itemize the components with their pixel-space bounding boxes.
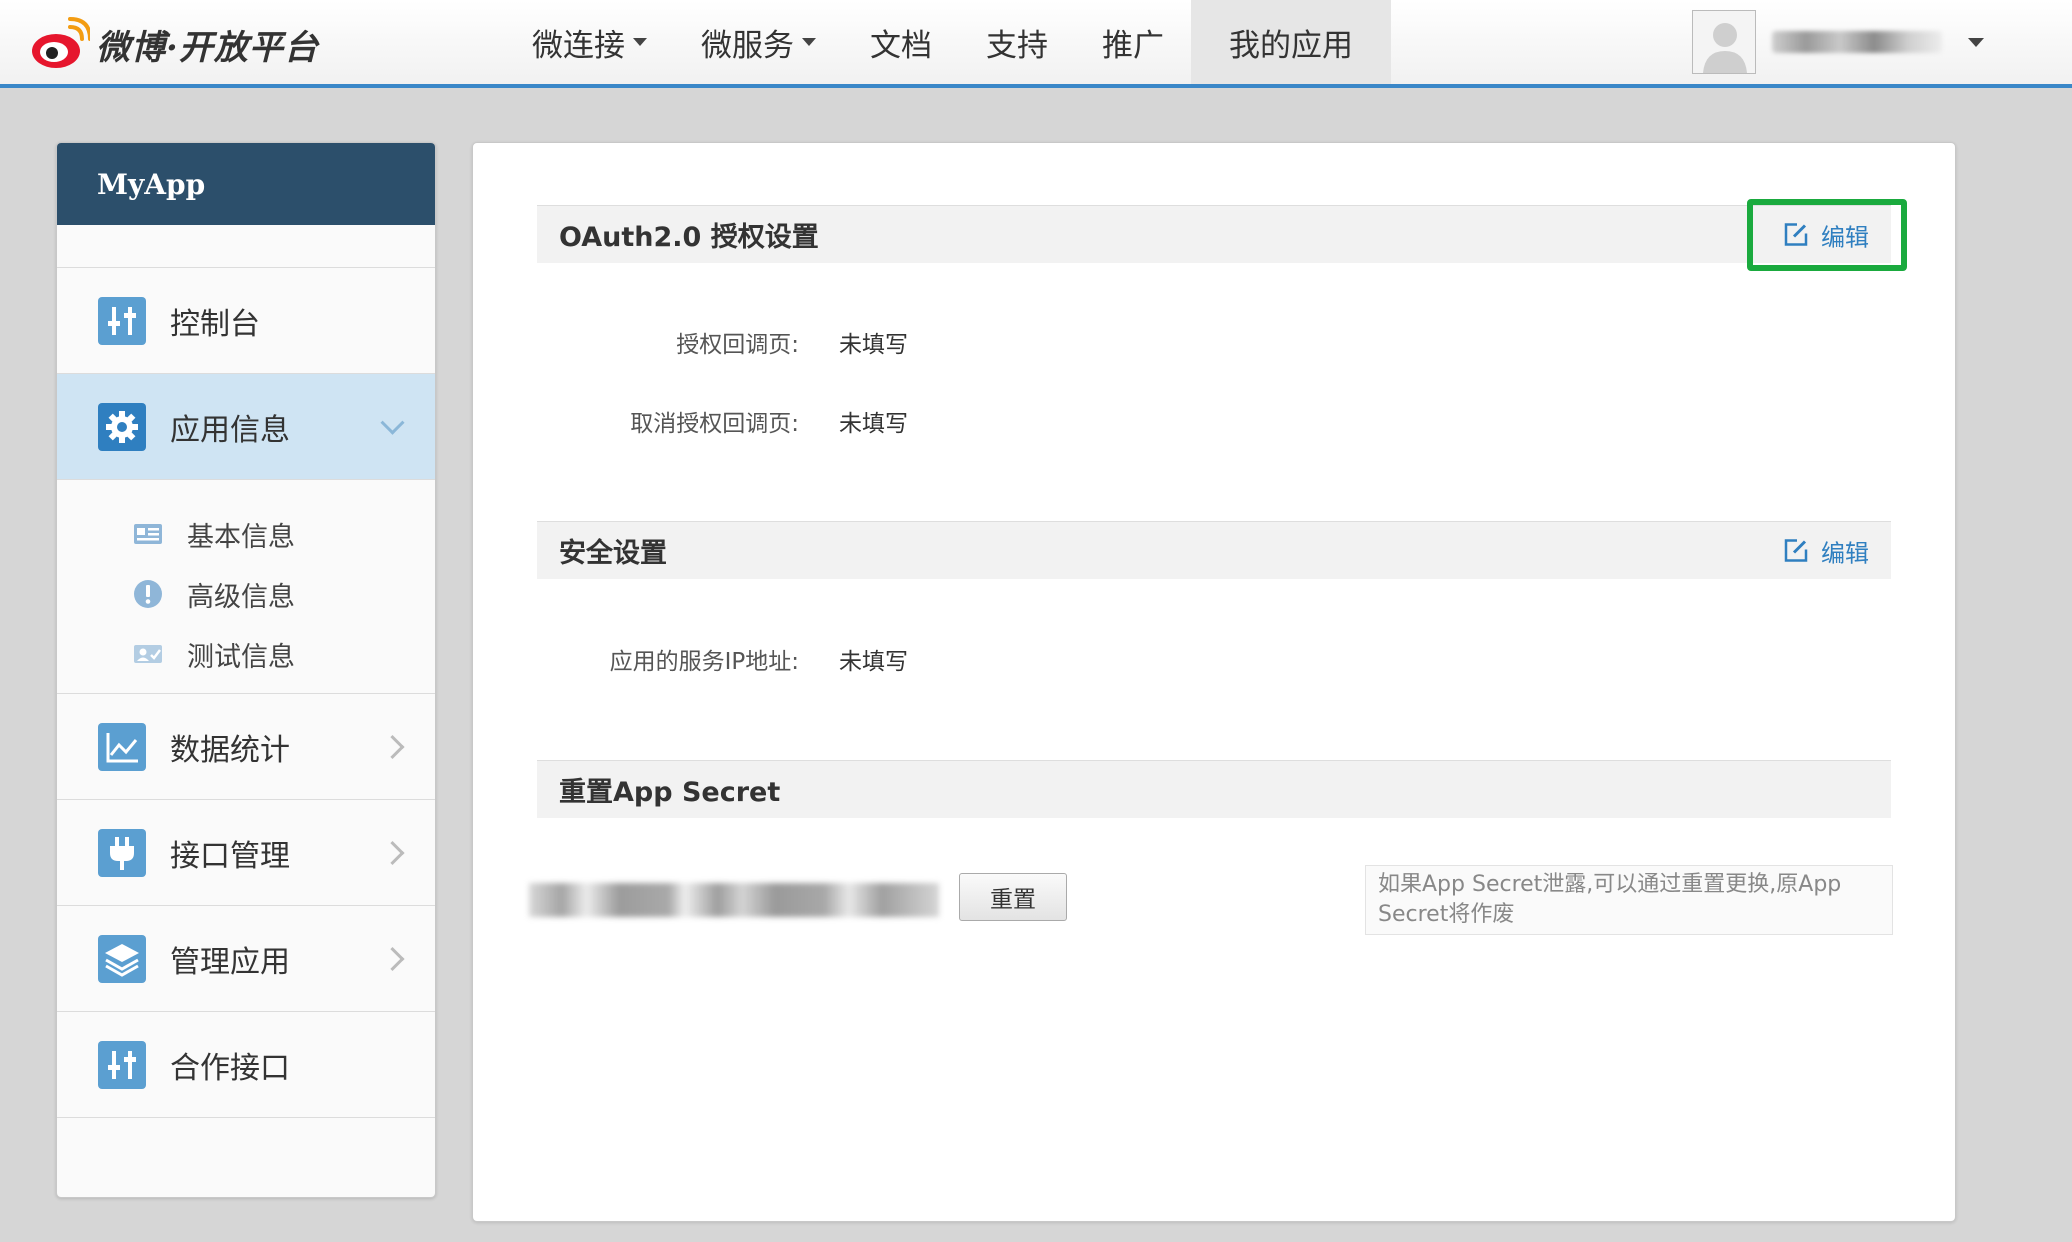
sidebar-item-statistics[interactable]: 数据统计 [57,694,435,800]
reset-secret-section-header: 重置App Secret [537,760,1891,818]
layers-icon [98,934,146,983]
caret-down-icon [802,38,816,46]
user-menu[interactable] [1692,6,1984,78]
field-label: 应用的服务IP地址: [609,649,799,675]
field-value: 未填写 [839,332,908,358]
field-label: 授权回调页: [676,332,799,358]
security-section-header: 安全设置 编辑 [537,521,1891,579]
sidebar-subitem-label: 高级信息 [187,581,295,613]
chevron-right-icon [380,946,405,971]
sidebar-subitem-basic-info[interactable]: 基本信息 [57,504,435,564]
sidebar-subgroup-app-info: 基本信息 高级信息 测试信息 [57,480,435,694]
plug-icon [98,828,146,877]
oauth-callback-row: 授权回调页: 未填写 [537,322,1337,362]
highlight-box [1747,199,1907,271]
gear-icon [98,402,146,451]
nav-support[interactable]: 支持 [959,0,1075,84]
oauth-cancel-callback-row: 取消授权回调页: 未填写 [537,401,1337,441]
chevron-right-icon [380,734,405,759]
sidebar-item-label: 合作接口 [170,1050,290,1086]
sidebar-item-api-management[interactable]: 接口管理 [57,800,435,906]
field-value: 未填写 [839,411,908,437]
main-nav: 微连接 微服务 文档 支持 推广 我的应用 [505,0,1391,84]
sidebar-app-title: MyApp [57,143,435,225]
sidebar-subitem-label: 基本信息 [187,521,295,553]
nav-micro-service[interactable]: 微服务 [674,0,843,84]
nav-micro-connect[interactable]: 微连接 [505,0,674,84]
sidebar-item-label: 管理应用 [170,944,290,980]
caret-down-icon [633,38,647,46]
sidebar-item-partner-api[interactable]: 合作接口 [57,1012,435,1118]
nav-docs[interactable]: 文档 [843,0,959,84]
line-chart-icon [98,722,146,771]
logo-text: 微博·开放平台 [96,27,319,68]
username-blurred [1772,31,1942,53]
sliders-icon [98,1040,146,1089]
sidebar-spacer [57,225,435,268]
nav-label: 微服务 [701,27,794,64]
oauth-section-header: OAuth2.0 授权设置 编辑 [537,205,1891,263]
server-ip-row: 应用的服务IP地址: 未填写 [537,639,1337,679]
nav-label: 我的应用 [1229,27,1353,64]
field-value: 未填写 [839,649,908,675]
weibo-logo[interactable]: 微博·开放平台 [30,6,319,82]
security-edit-button[interactable]: 编辑 [1783,533,1869,568]
sidebar-item-label: 应用信息 [170,412,290,448]
nav-label: 微连接 [532,27,625,64]
sidebar-item-label: 数据统计 [170,732,290,768]
section-title: 安全设置 [559,538,667,569]
field-label: 取消授权回调页: [630,411,799,437]
sidebar-subitem-advanced-info[interactable]: 高级信息 [57,564,435,624]
reset-secret-button[interactable]: 重置 [959,873,1067,921]
nav-label: 支持 [986,27,1048,64]
nav-label: 推广 [1102,27,1164,64]
app-info-panel: OAuth2.0 授权设置 编辑 授权回调页: 未填写 取消授权回调页: 未填写… [472,142,1956,1222]
edit-label: 编辑 [1821,539,1869,567]
default-avatar-icon [1693,11,1755,73]
sidebar-item-manage-apps[interactable]: 管理应用 [57,906,435,1012]
sidebar-subitem-test-info[interactable]: 测试信息 [57,624,435,684]
weibo-eye-icon [30,17,92,71]
sidebar-subitem-label: 测试信息 [187,641,295,673]
reset-secret-notice: 如果App Secret泄露,可以通过重置更换,原App Secret将作废 [1365,865,1893,935]
app-secret-blurred [529,883,939,917]
chevron-right-icon [380,840,405,865]
sidebar-item-label: 接口管理 [170,838,290,874]
chevron-down-icon [380,410,405,435]
id-card-icon [133,519,163,549]
sidebar-item-label: 控制台 [170,306,260,342]
sidebar: MyApp 控制台 应用信息 基本信息 高级信息 测试信息 数据统计 接口管理 … [56,142,436,1198]
sidebar-item-console[interactable]: 控制台 [57,268,435,374]
caret-down-icon[interactable] [1968,37,1984,47]
top-navigation-bar: 微博·开放平台 微连接 微服务 文档 支持 推广 我的应用 [0,0,2072,88]
section-title: 重置App Secret [559,777,781,808]
nav-my-apps[interactable]: 我的应用 [1191,0,1391,84]
nav-promote[interactable]: 推广 [1075,0,1191,84]
edit-icon [1783,538,1809,564]
avatar[interactable] [1692,10,1756,74]
exclamation-icon [133,579,163,609]
test-user-icon [133,639,163,669]
section-title: OAuth2.0 授权设置 [559,222,819,253]
sliders-icon [98,296,146,345]
sidebar-item-app-info[interactable]: 应用信息 [57,374,435,480]
nav-label: 文档 [870,27,932,64]
